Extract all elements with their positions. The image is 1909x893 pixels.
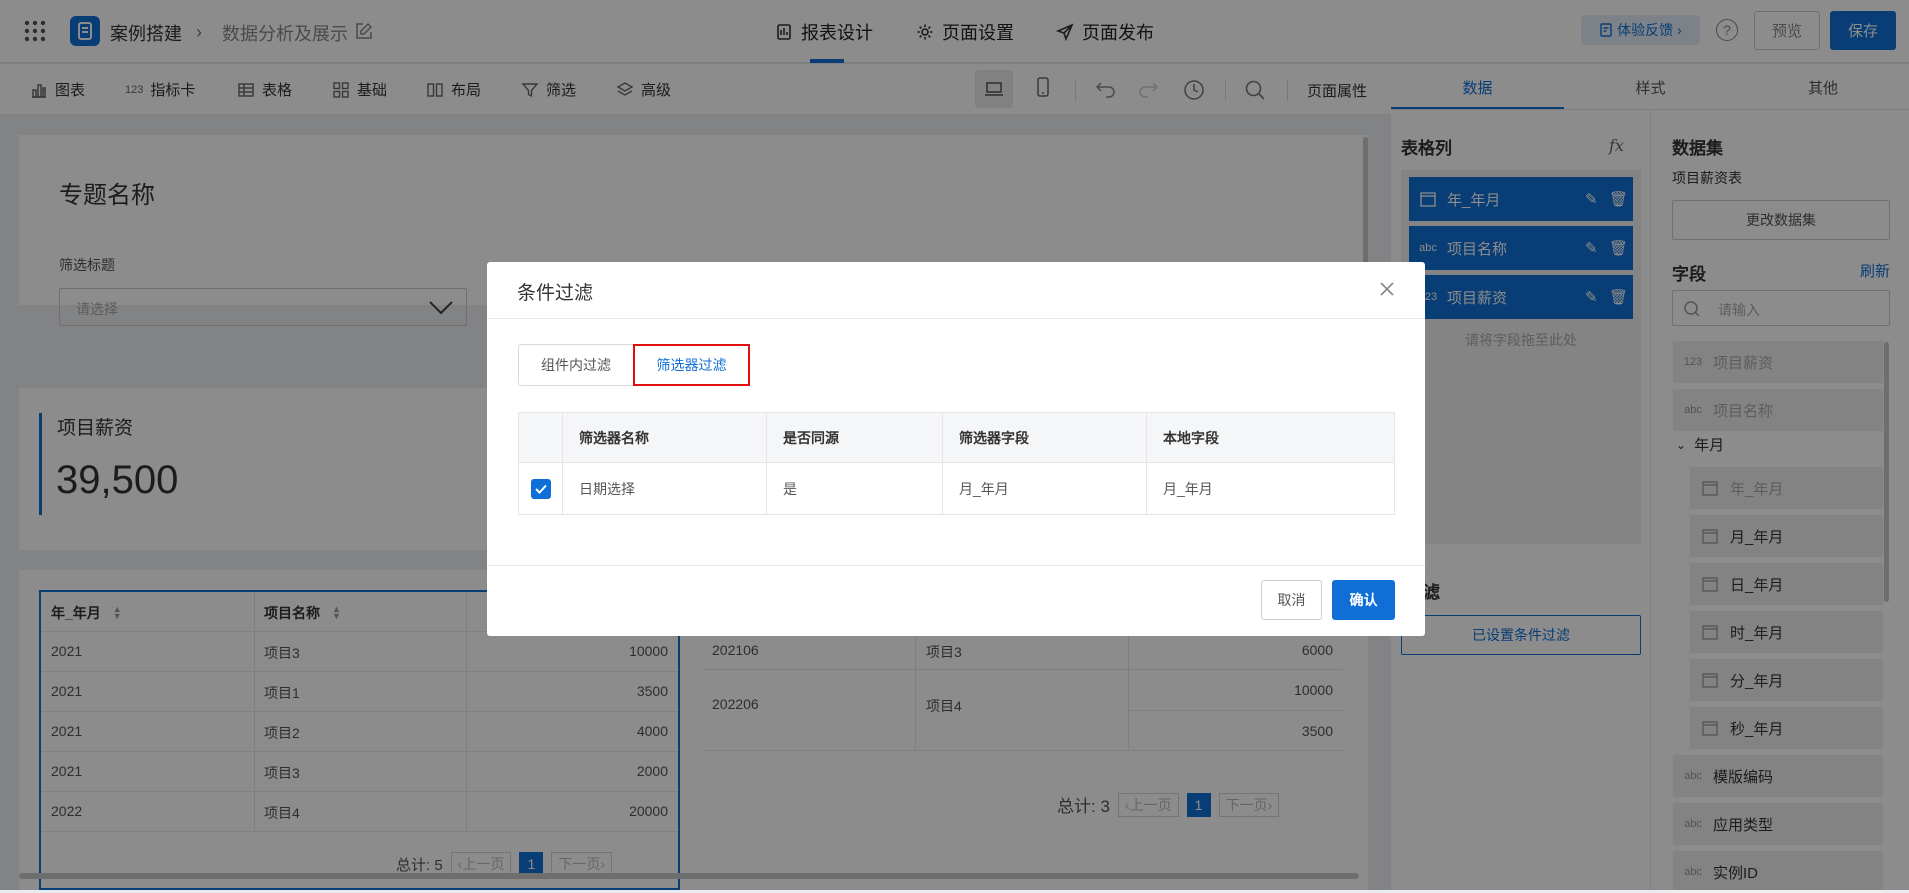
dialog-header-divider <box>487 318 1425 319</box>
dialog-footer-divider <box>487 565 1425 566</box>
local-field: 月_年月 <box>1146 462 1395 515</box>
check-icon <box>534 484 547 494</box>
row-checkbox-cell <box>518 462 563 515</box>
row-checkbox[interactable] <box>530 478 551 499</box>
header-local-field: 本地字段 <box>1146 412 1395 463</box>
tab-selector-filter[interactable]: 筛选器过滤 <box>633 344 750 386</box>
filter-row: 日期选择 是 月_年月 月_年月 <box>518 462 1395 515</box>
cancel-button[interactable]: 取消 <box>1261 580 1322 620</box>
confirm-button[interactable]: 确认 <box>1332 580 1395 620</box>
same-source: 是 <box>766 462 943 515</box>
selector-name: 日期选择 <box>562 462 767 515</box>
header-selector-field: 筛选器字段 <box>942 412 1147 463</box>
selector-field: 月_年月 <box>942 462 1147 515</box>
filter-table-header: 筛选器名称 是否同源 筛选器字段 本地字段 <box>518 412 1395 463</box>
tab-component-filter[interactable]: 组件内过滤 <box>518 344 634 386</box>
dialog-title: 条件过滤 <box>517 283 594 304</box>
checkbox-col-header <box>518 412 563 463</box>
close-icon[interactable] <box>1379 281 1395 297</box>
filter-table: 筛选器名称 是否同源 筛选器字段 本地字段 日期选择 是 月_年月 月_年月 <box>518 412 1395 515</box>
header-same-source: 是否同源 <box>766 412 943 463</box>
header-selector-name: 筛选器名称 <box>562 412 767 463</box>
